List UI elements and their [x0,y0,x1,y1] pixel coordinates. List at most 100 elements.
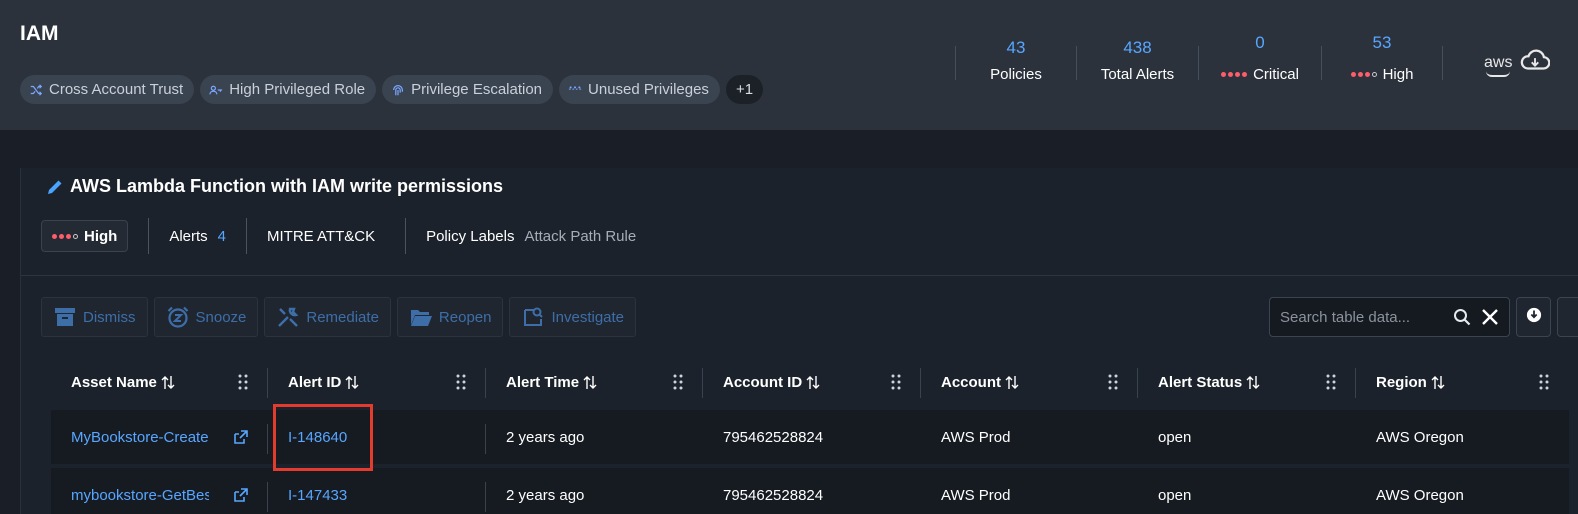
stat-high[interactable]: 53 High [1322,33,1442,96]
column-header-account-id[interactable]: Account ID [703,354,921,410]
stat-critical[interactable]: 0 Critical [1199,33,1321,96]
reopen-button[interactable]: Reopen [396,297,504,337]
chip-label: Privilege Escalation [411,81,543,98]
cloud-provider: aws [1484,48,1551,77]
dismiss-button[interactable]: Dismiss [41,297,148,337]
chip-privilege-escalation[interactable]: Privilege Escalation [382,75,554,104]
alerts-count[interactable]: 4 [218,228,226,245]
policy-category-chips: Cross Account Trust High Privileged Role… [20,75,764,104]
sort-icon[interactable] [583,375,597,390]
alert-status-cell: open [1138,468,1356,514]
policy-labels-label: Policy Labels [426,227,515,245]
column-header-region[interactable]: Region [1356,354,1569,410]
investigate-button[interactable]: Investigate [509,297,637,337]
alerts-label: Alerts [169,227,208,245]
drag-handle-icon[interactable] [673,374,683,390]
stats-bar: 43 Policies 438 Total Alerts 0 Critical … [955,33,1443,96]
table-row[interactable]: mybookstore-GetBestSellers I-147433 2 ye… [51,468,1569,514]
divider [1442,46,1443,80]
download-button[interactable] [1516,297,1551,337]
aws-logo-text: aws [1484,53,1513,71]
action-label: Remediate [306,308,379,326]
chip-label: High Privileged Role [229,81,366,98]
column-header-alert-time[interactable]: Alert Time [486,354,703,410]
column-header-account[interactable]: Account [921,354,1138,410]
sort-icon[interactable] [806,375,820,390]
stat-label: Policies [990,66,1042,83]
stat-label: Critical [1253,66,1299,83]
region-cell: AWS Oregon [1356,410,1569,468]
divider [405,218,407,254]
pencil-icon[interactable] [46,178,64,196]
severity-label: High [84,227,118,245]
table-row[interactable]: MyBookstore-CreateBook I-148640 2 years … [51,410,1569,468]
alert-id-cell: I-148640 [268,410,486,468]
chip-label: Unused Privileges [588,81,709,98]
sort-icon[interactable] [1246,375,1260,390]
stat-label: Total Alerts [1100,66,1175,83]
more-chips-button[interactable]: +1 [725,75,764,104]
stat-value: 438 [1123,38,1152,57]
stat-label-row: Critical [1199,66,1321,83]
fingerprint-icon [391,83,405,97]
alert-id-link[interactable]: I-147433 [288,487,347,504]
shuffle-icon [29,83,43,97]
archive-icon [53,305,77,329]
drag-handle-icon[interactable] [1108,374,1118,390]
investigate-icon [521,305,545,329]
column-header-asset-name[interactable]: Asset Name [51,354,268,410]
column-label: Alert Time [506,373,580,391]
drag-handle-icon[interactable] [891,374,901,390]
asset-name-link[interactable]: mybookstore-GetBestSellers [71,487,209,504]
high-severity-icon [52,233,78,239]
drag-handle-icon[interactable] [1326,374,1336,390]
mitre-label: MITRE ATT&CK [267,227,376,245]
asset-name-link[interactable]: MyBookstore-CreateBook [71,429,209,446]
stat-label: High [1382,66,1414,83]
folder-open-icon [409,305,433,329]
column-label: Asset Name [71,373,157,391]
snooze-button[interactable]: Snooze [153,297,259,337]
column-label: Account [941,373,1001,391]
tools-icon [276,305,300,329]
column-header-alert-status[interactable]: Alert Status [1138,354,1356,410]
search-icon[interactable] [1453,308,1471,326]
table-header-row: Asset Name Alert ID Alert Time Account I… [51,354,1569,410]
external-link-icon[interactable] [233,487,248,503]
chip-label: Cross Account Trust [49,81,184,98]
drag-handle-icon[interactable] [238,374,248,390]
search-input[interactable] [1280,308,1445,326]
cloud-icon [1520,48,1551,77]
drag-handle-icon[interactable] [456,374,466,390]
policy-title-text: AWS Lambda Function with IAM write permi… [70,176,504,196]
account-id-cell: 795462528824 [703,410,921,468]
asset-name-cell: mybookstore-GetBestSellers [51,468,268,514]
chip-cross-account-trust[interactable]: Cross Account Trust [20,75,195,104]
policy-title: AWS Lambda Function with IAM write permi… [46,176,503,197]
policy-card: AWS Lambda Function with IAM write permi… [20,168,1578,514]
alert-id-cell: I-147433 [268,468,486,514]
sort-icon[interactable] [345,375,359,390]
action-label: Reopen [438,308,492,326]
alert-id-link[interactable]: I-148640 [288,429,347,446]
more-options-button[interactable] [1557,297,1578,337]
chip-high-privileged-role[interactable]: High Privileged Role [200,75,377,104]
sort-icon[interactable] [1005,375,1019,390]
region-cell: AWS Oregon [1356,468,1569,514]
aws-logo: aws [1484,53,1513,77]
close-icon[interactable] [1481,308,1499,326]
sort-icon[interactable] [1431,375,1445,390]
asset-name-cell: MyBookstore-CreateBook [51,410,268,468]
drag-handle-icon[interactable] [1539,374,1549,390]
column-label: Account ID [723,373,803,391]
chip-unused-privileges[interactable]: Unused Privileges [559,75,720,104]
stat-total-alerts[interactable]: 438 Total Alerts [1077,36,1198,96]
stat-policies[interactable]: 43 Policies [956,36,1076,96]
remediate-button[interactable]: Remediate [264,297,391,337]
external-link-icon[interactable] [233,429,248,445]
column-header-alert-id[interactable]: Alert ID [268,354,486,410]
alarm-icon [166,305,190,329]
action-label: Investigate [551,308,625,326]
alert-time-cell: 2 years ago [486,410,703,468]
sort-icon[interactable] [161,375,175,390]
